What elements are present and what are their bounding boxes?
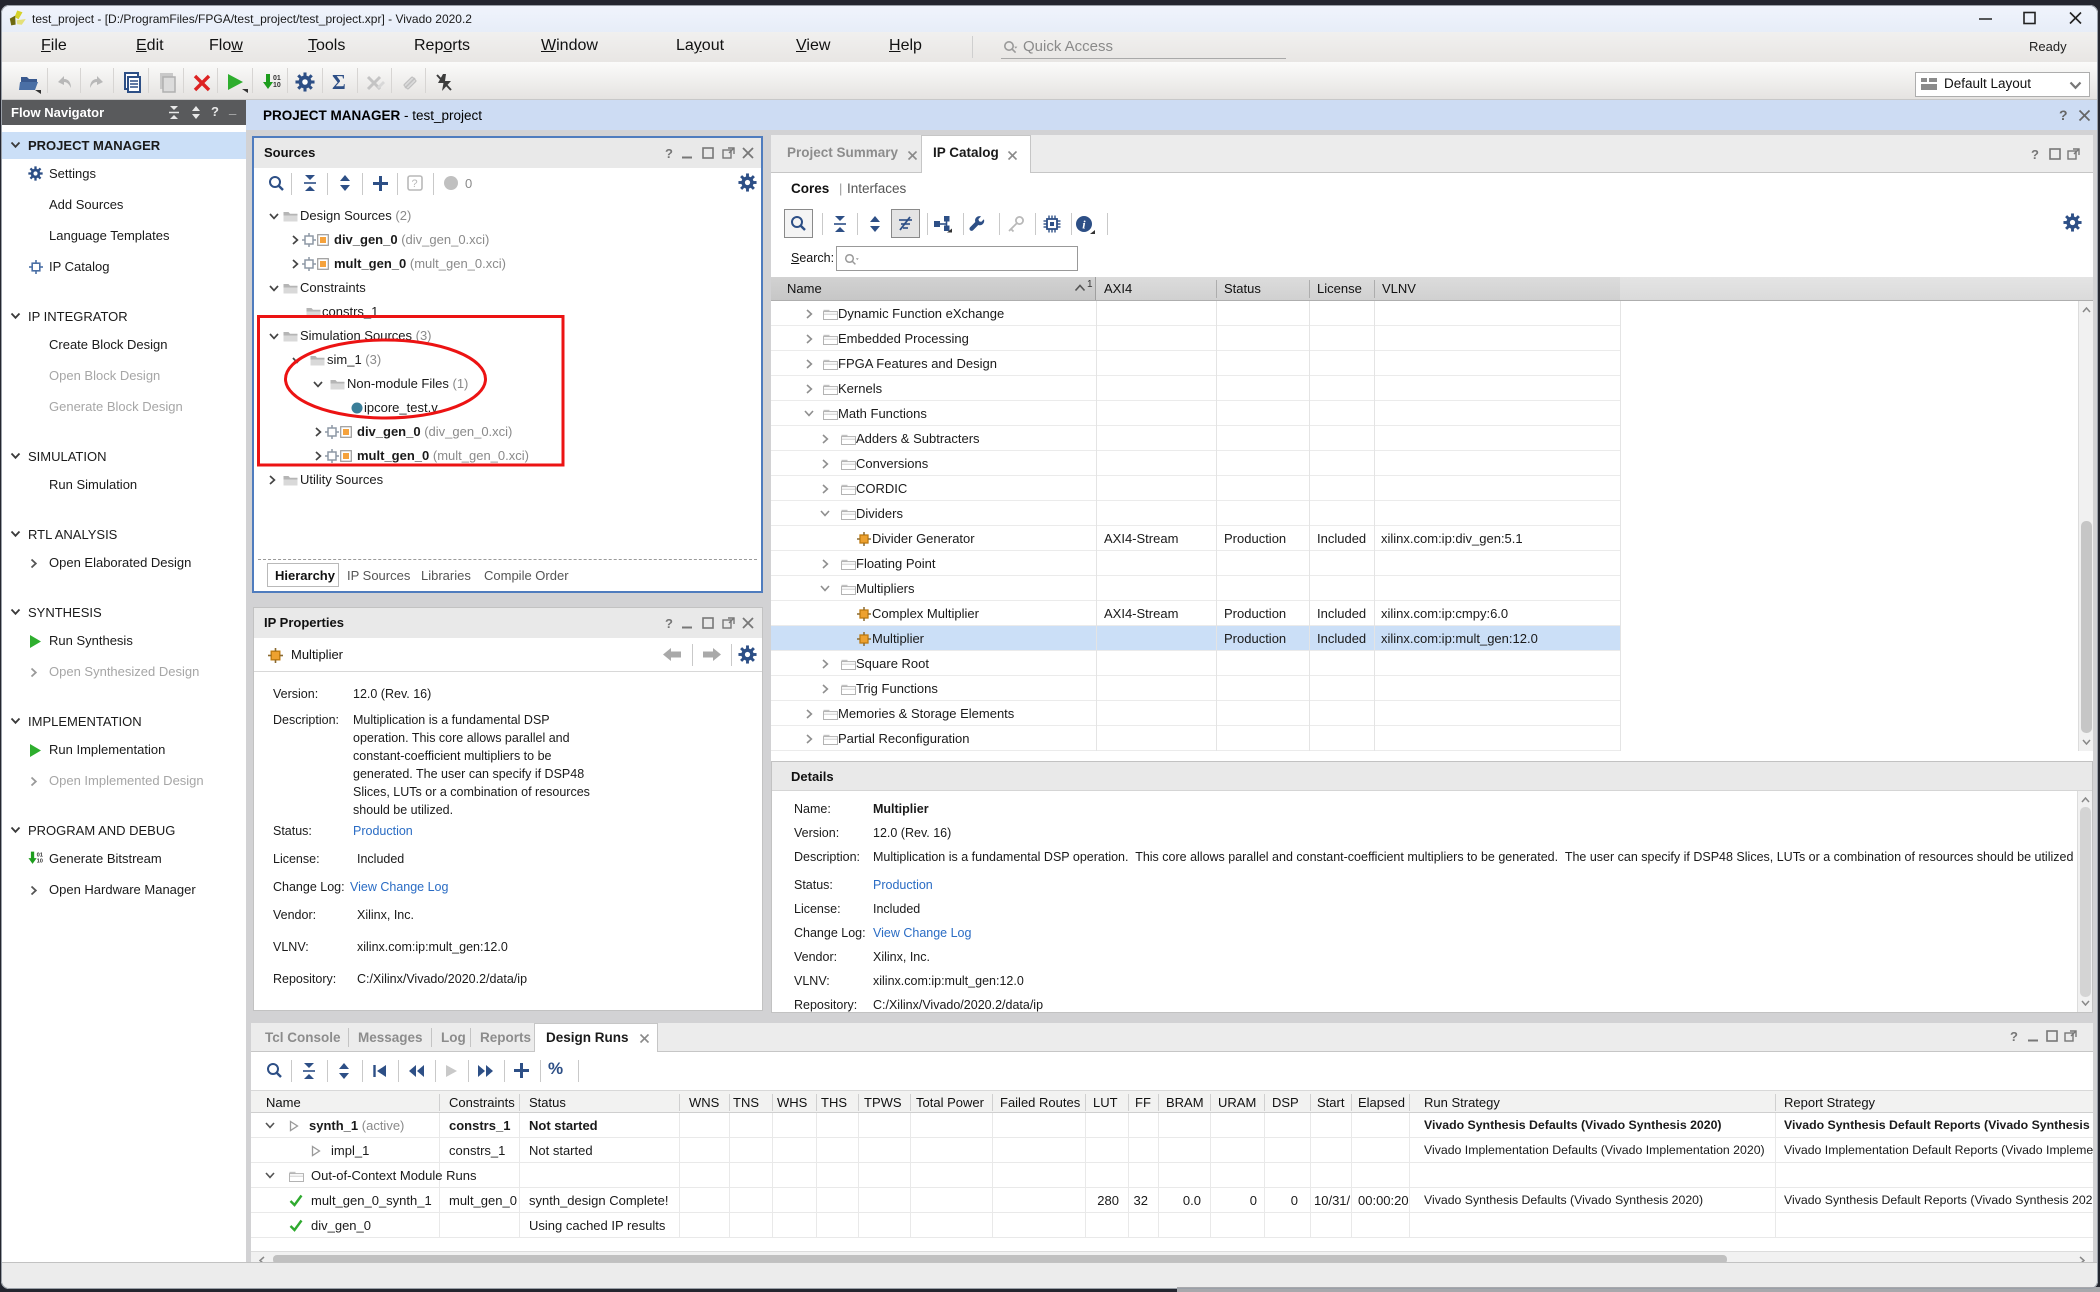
svg-text:10: 10: [37, 858, 43, 864]
svg-text:01: 01: [273, 75, 281, 82]
svg-text:10: 10: [273, 82, 281, 89]
svg-text:?: ?: [412, 178, 418, 190]
